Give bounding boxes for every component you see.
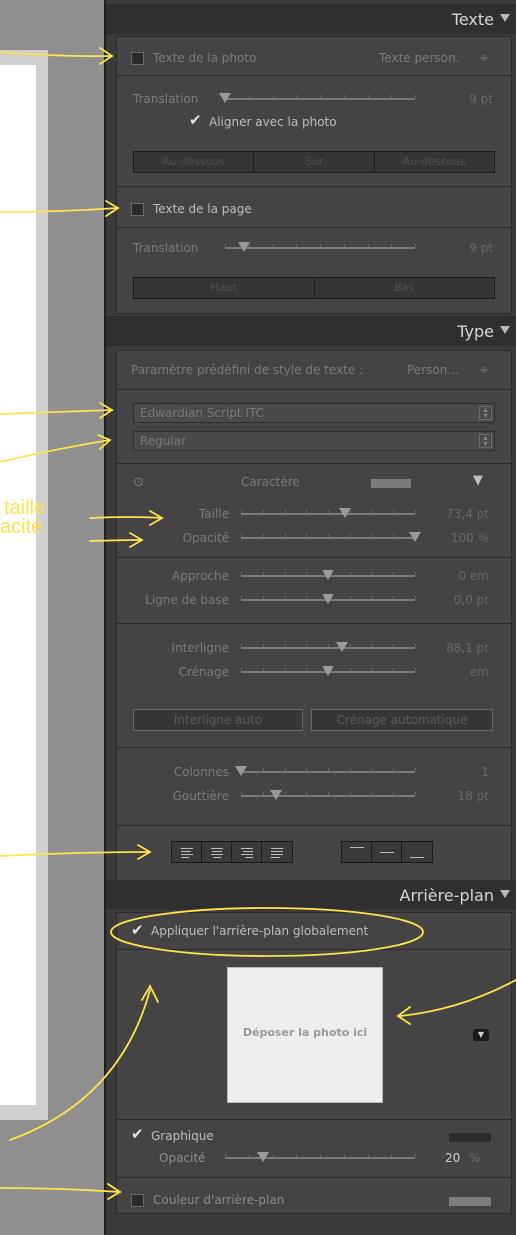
annotation-arrows bbox=[0, 47, 516, 1200]
